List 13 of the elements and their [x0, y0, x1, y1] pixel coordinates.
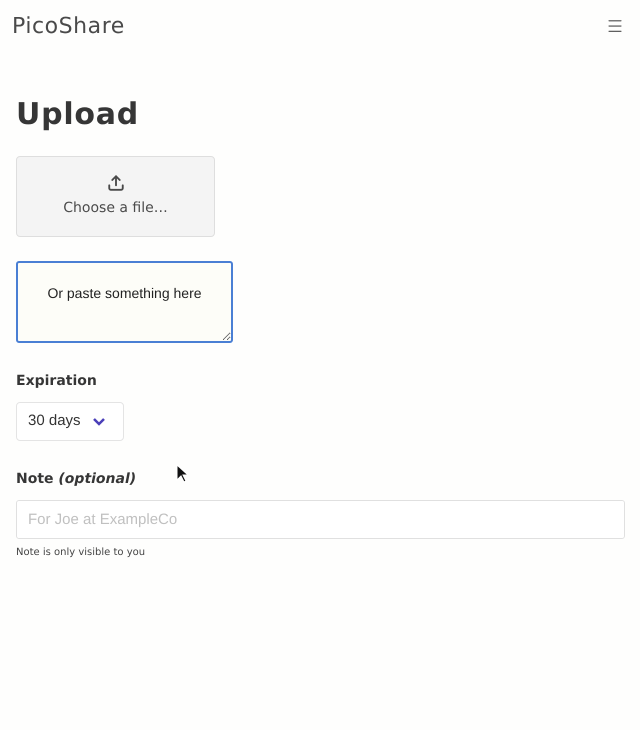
note-help: Note is only visible to you — [16, 546, 146, 560]
upload-icon — [106, 174, 124, 192]
file-button[interactable]: Choose a file… — [16, 156, 215, 237]
expiration-select[interactable]: 30 days — [16, 402, 124, 441]
cursor-icon — [176, 464, 188, 483]
page-title: Upload — [16, 100, 140, 130]
note-field[interactable]: For Joe at ExampleCo — [16, 500, 625, 539]
menu-icon[interactable] — [606, 17, 624, 35]
expiration-label: Expiration — [16, 372, 98, 391]
paste-field[interactable]: Or paste something here — [16, 261, 233, 343]
note-label: Note (optional) — [16, 470, 136, 489]
chevron-down-icon — [92, 418, 105, 426]
brand-name[interactable]: PicoShare — [12, 10, 125, 42]
